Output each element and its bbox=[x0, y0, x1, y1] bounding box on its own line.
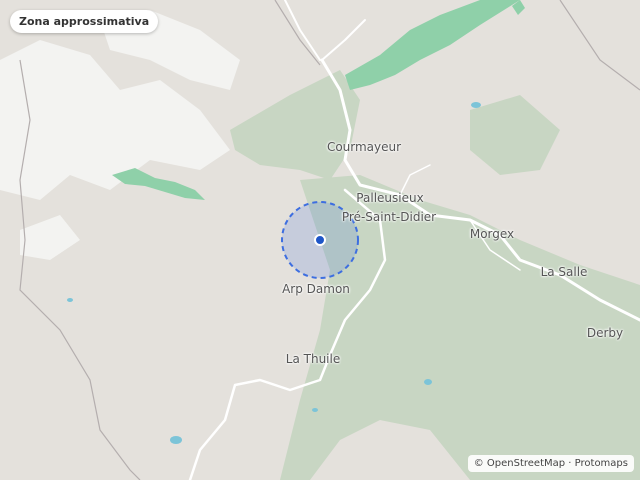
protomaps-link[interactable]: Protomaps bbox=[575, 458, 628, 469]
map-attribution: © OpenStreetMap · Protomaps bbox=[467, 455, 634, 472]
place-label-la-salle: La Salle bbox=[540, 265, 588, 279]
attribution-separator: · bbox=[568, 458, 572, 469]
place-label-pre-saint-didier: Pré-Saint-Didier bbox=[341, 210, 437, 224]
approximate-zone-badge: Zona approssimativa bbox=[10, 10, 159, 33]
map-view[interactable]: Courmayeur Palleusieux Pré-Saint-Didier … bbox=[0, 0, 640, 480]
map-canvas bbox=[0, 0, 640, 480]
location-marker-icon[interactable] bbox=[314, 234, 326, 246]
place-label-palleusieux: Palleusieux bbox=[356, 191, 424, 205]
place-label-arp-damon: Arp Damon bbox=[282, 282, 350, 296]
place-label-la-thuile: La Thuile bbox=[285, 352, 341, 366]
place-label-derby: Derby bbox=[586, 326, 624, 340]
copyright-symbol: © bbox=[473, 458, 484, 469]
place-label-courmayeur: Courmayeur bbox=[326, 140, 402, 154]
openstreetmap-link[interactable]: OpenStreetMap bbox=[487, 458, 565, 469]
place-label-morgex: Morgex bbox=[469, 227, 515, 241]
